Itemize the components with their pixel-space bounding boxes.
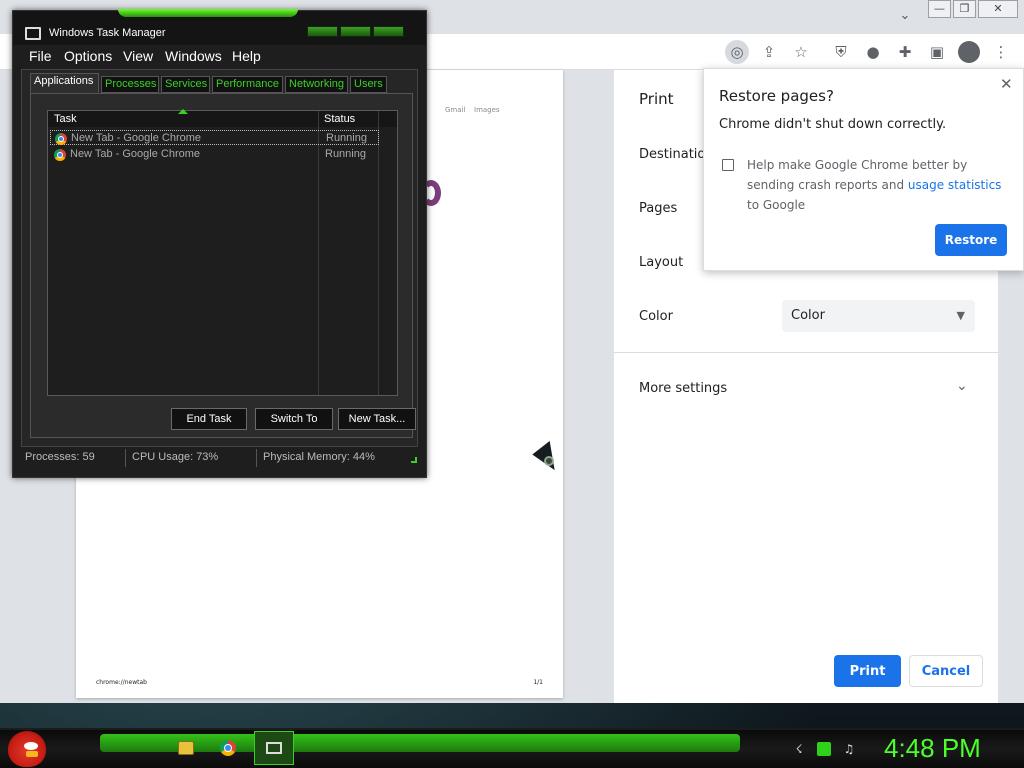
start-bird-beak (26, 751, 38, 757)
help-text-part-2: to Google (747, 198, 806, 212)
color-select-value: Color (791, 308, 825, 323)
print-title: Print (639, 90, 674, 108)
menu-windows[interactable]: Windows (165, 48, 222, 64)
volume-icon[interactable]: ♫ (842, 742, 856, 756)
menu-options[interactable]: Options (64, 48, 112, 64)
sort-ascending-icon (178, 109, 188, 114)
tab-applications[interactable]: Applications (30, 73, 99, 93)
tab-networking[interactable]: Networking (285, 76, 348, 93)
taskbar-clock[interactable]: 4:48 PM (884, 733, 981, 764)
tm-maximize-button[interactable] (340, 26, 371, 37)
extension-flag-icon[interactable]: ● (861, 40, 885, 64)
more-settings-toggle[interactable]: More settings (639, 381, 727, 396)
task-status: Running (326, 132, 367, 144)
cpu-usage: CPU Usage: 73% (132, 451, 219, 463)
cursor-eye-icon (544, 456, 554, 466)
menu-help[interactable]: Help (232, 48, 261, 64)
task-name: New Tab - Google Chrome (70, 148, 201, 160)
start-bird-eye (24, 742, 38, 750)
task-name: New Tab - Google Chrome (71, 132, 202, 144)
resize-grip-icon[interactable] (411, 457, 417, 463)
list-header: Task Status (48, 109, 397, 127)
task-manager-title: Windows Task Manager (49, 27, 166, 39)
minimize-button[interactable]: — (928, 0, 951, 18)
taskbar-explorer[interactable] (166, 731, 206, 765)
physical-memory: Physical Memory: 44% (263, 451, 375, 463)
new-task-button[interactable]: New Task... (338, 408, 416, 430)
monitor-tray-icon[interactable] (817, 742, 831, 756)
puzzle-icon[interactable]: ✚ (893, 40, 917, 64)
taskbar-task-manager[interactable] (254, 731, 294, 765)
task-manager-window: Windows Task Manager File Options View W… (12, 9, 427, 478)
task-manager-body: Applications Processes Services Performa… (21, 69, 418, 447)
switch-to-button[interactable]: Switch To (255, 408, 333, 430)
star-icon[interactable]: ☆ (789, 40, 813, 64)
layout-label: Layout (639, 255, 684, 270)
restore-button[interactable]: Restore (935, 224, 1007, 256)
side-panel-icon[interactable]: ▣ (925, 40, 949, 64)
application-list: Task Status New Tab - Google Chrome Runn… (47, 109, 398, 396)
tab-services[interactable]: Services (161, 76, 210, 93)
applications-panel: Task Status New Tab - Google Chrome Runn… (30, 93, 416, 438)
cancel-button[interactable]: Cancel (909, 655, 983, 687)
processes-count: Processes: 59 (25, 451, 95, 463)
ublock-icon[interactable]: ⛨ (829, 40, 853, 64)
preview-gmail-link: Gmail (445, 106, 466, 114)
preview-footer-url: chrome://newtab (96, 679, 147, 686)
task-status: Running (325, 148, 366, 160)
close-icon[interactable]: ✕ (1000, 75, 1013, 93)
crash-reports-help-text: Help make Google Chrome better by sendin… (747, 155, 1012, 215)
close-window-button[interactable]: ✕ (978, 0, 1018, 18)
restore-popup-title: Restore pages? (719, 87, 834, 105)
chrome-icon (55, 133, 67, 145)
preview-images-link: Images (474, 106, 500, 114)
task-manager-titlebar[interactable]: Windows Task Manager (13, 9, 426, 45)
tab-processes[interactable]: Processes (101, 76, 159, 93)
tab-search-chevron-icon[interactable]: ⌄ (896, 8, 914, 26)
task-manager-menubar: File Options View Windows Help (21, 47, 421, 67)
network-tray-icon[interactable]: ☇ (792, 742, 806, 756)
task-manager-icon (266, 742, 282, 754)
divider (614, 352, 998, 353)
color-select[interactable]: Color ▼ (782, 300, 975, 332)
menu-view[interactable]: View (123, 48, 153, 64)
restore-popup-message: Chrome didn't shut down correctly. (719, 117, 947, 132)
task-manager-statusbar: Processes: 59 CPU Usage: 73% Physical Me… (21, 449, 418, 469)
restore-window-button[interactable]: ❐ (953, 0, 976, 18)
taskbar-chrome[interactable] (208, 731, 248, 765)
table-row[interactable]: New Tab - Google Chrome Running (50, 130, 379, 145)
share-icon[interactable]: ⇪ (757, 40, 781, 64)
tm-minimize-button[interactable] (307, 26, 338, 37)
table-row[interactable]: New Tab - Google Chrome Running (50, 147, 379, 162)
titlebar-glow (118, 9, 298, 17)
tab-users[interactable]: Users (350, 76, 387, 93)
folder-icon (178, 741, 194, 755)
tm-close-button[interactable] (373, 26, 404, 37)
tab-performance[interactable]: Performance (212, 76, 283, 93)
status-separator (125, 449, 126, 467)
kebab-menu-icon[interactable]: ⋮ (989, 40, 1013, 64)
pages-label: Pages (639, 201, 678, 216)
column-task[interactable]: Task (54, 113, 77, 125)
column-status[interactable]: Status (324, 113, 355, 125)
chrome-icon (54, 149, 66, 161)
preview-footer-page: 1/1 (533, 679, 543, 686)
color-label: Color (639, 309, 673, 324)
restore-pages-popup: Restore pages? ✕ Chrome didn't shut down… (703, 68, 1024, 271)
print-button[interactable]: Print (834, 655, 901, 687)
lens-icon[interactable]: ◎ (725, 40, 749, 64)
usage-statistics-link[interactable]: usage statistics (908, 178, 1002, 192)
task-manager-app-icon (25, 27, 41, 40)
chrome-icon (220, 740, 236, 756)
profile-icon[interactable] (958, 41, 980, 63)
end-task-button[interactable]: End Task (171, 408, 247, 430)
chevron-down-icon[interactable]: ⌄ (956, 378, 968, 394)
menu-file[interactable]: File (29, 48, 52, 64)
status-separator (256, 449, 257, 467)
dropdown-arrow-icon: ▼ (956, 309, 965, 322)
crash-reports-checkbox[interactable] (722, 159, 734, 171)
